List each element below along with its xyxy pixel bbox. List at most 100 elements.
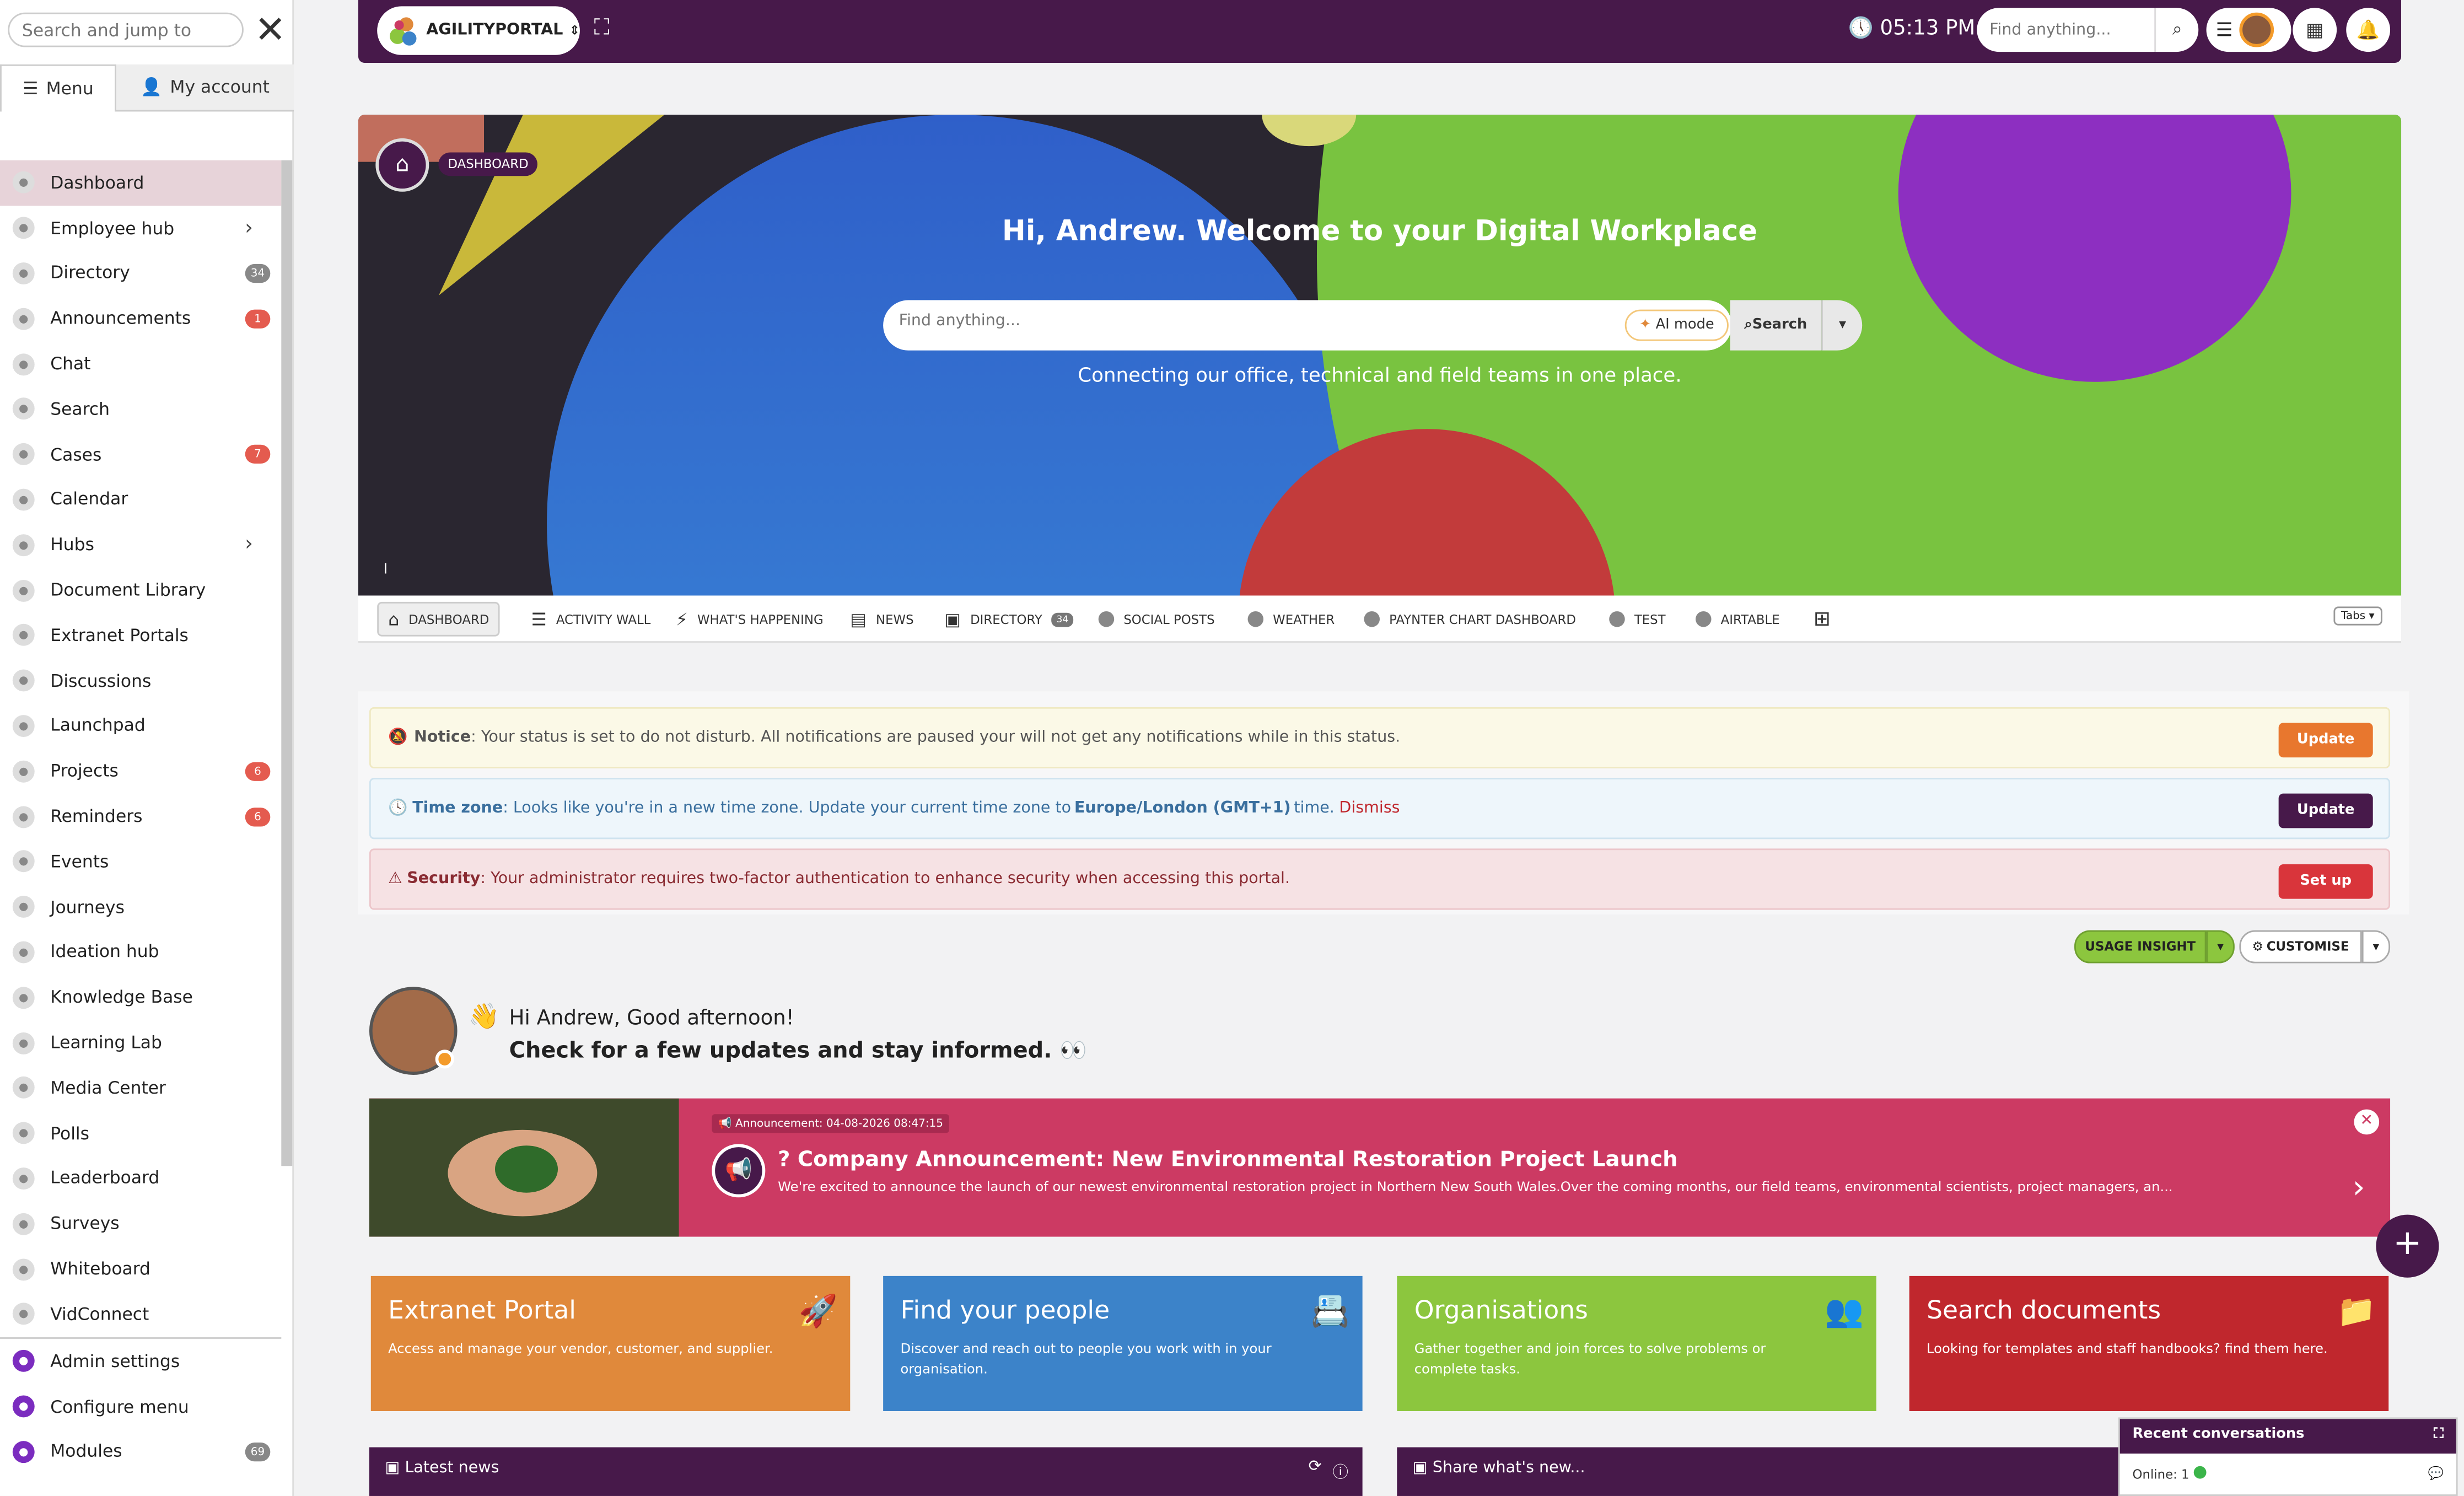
sidebar-item-learning-lab[interactable]: ● Learning Lab bbox=[0, 1020, 281, 1066]
usage-insight-button[interactable]: USAGE INSIGHT bbox=[2074, 930, 2207, 964]
tab-weather[interactable]: WEATHER bbox=[1238, 602, 1344, 637]
chevron-right-icon[interactable]: › bbox=[2353, 1167, 2365, 1205]
setup-2fa-button[interactable]: Set up bbox=[2278, 864, 2373, 899]
hero-search-input[interactable] bbox=[899, 313, 1496, 330]
sparkle-icon: ✦ bbox=[1639, 317, 1651, 333]
top-search-input[interactable] bbox=[1977, 8, 2155, 52]
sidebar-item-leaderboard[interactable]: ● Leaderboard bbox=[0, 1156, 281, 1201]
sidebar-item-chat[interactable]: ● Chat bbox=[0, 341, 281, 386]
card-organisations[interactable]: Organisations Gather together and join fo… bbox=[1397, 1276, 1876, 1412]
fullscreen-icon[interactable]: ⛶ bbox=[594, 16, 610, 41]
chevron-right-icon[interactable]: › bbox=[245, 533, 253, 557]
bell-icon[interactable]: 🔔 bbox=[2346, 8, 2391, 52]
sidebar-item-label: Learning Lab bbox=[50, 1032, 162, 1053]
tab-news[interactable]: ▤ NEWS bbox=[841, 602, 923, 637]
sidebar-item-label: Events bbox=[50, 851, 109, 872]
tab-menu[interactable]: ☰ Menu bbox=[0, 64, 116, 112]
menu-item-icon: ● bbox=[12, 262, 35, 284]
sidebar-item-hubs[interactable]: ● Hubs › bbox=[0, 523, 281, 568]
tab-social-posts[interactable]: SOCIAL POSTS bbox=[1089, 602, 1224, 637]
sidebar-item-media-center[interactable]: ● Media Center bbox=[0, 1066, 281, 1111]
sidebar-item-extranet-portals[interactable]: ● Extranet Portals bbox=[0, 613, 281, 658]
sidebar-search-input[interactable] bbox=[8, 12, 244, 47]
refresh-icon[interactable]: ⟳ bbox=[1309, 1459, 1322, 1476]
sidebar-item-employee-hub[interactable]: ● Employee hub › bbox=[0, 206, 281, 251]
sidebar-item-whiteboard[interactable]: ● Whiteboard bbox=[0, 1246, 281, 1291]
sidebar-item-dashboard[interactable]: ● Dashboard bbox=[0, 160, 282, 206]
portal-switcher[interactable]: AGILITYPORTAL ⇕ bbox=[377, 6, 580, 55]
tab-icon bbox=[1247, 611, 1264, 627]
tab-my-account[interactable]: 👤 My account bbox=[116, 64, 294, 112]
sidebar-item-discussions[interactable]: ● Discussions bbox=[0, 658, 281, 703]
search-icon[interactable]: ⌕ bbox=[2154, 8, 2199, 52]
greeting-line: Hi Andrew, Good afternoon! bbox=[509, 1007, 794, 1031]
sidebar-scrollbar[interactable] bbox=[281, 160, 293, 1166]
sidebar-item-calendar[interactable]: ● Calendar bbox=[0, 477, 281, 522]
sidebar-item-cases[interactable]: ● Cases 7 bbox=[0, 432, 281, 477]
chat-icon[interactable]: 💬 bbox=[2428, 1466, 2444, 1481]
sidebar-item-label: Employee hub bbox=[50, 218, 175, 239]
sidebar-item-admin-settings[interactable]: ● Admin settings bbox=[0, 1339, 281, 1384]
sidebar-item-label: Calendar bbox=[50, 489, 128, 510]
announcement-banner[interactable]: 📢 Announcement: 04-08-2026 08:47:15 📢 ? … bbox=[369, 1098, 2391, 1237]
tab-dashboard[interactable]: ⌂ DASHBOARD bbox=[377, 601, 501, 637]
sidebar-item-surveys[interactable]: ● Surveys bbox=[0, 1201, 281, 1246]
tab-airtable[interactable]: AIRTABLE bbox=[1686, 602, 1789, 637]
sidebar-item-label: Dashboard bbox=[50, 173, 144, 193]
timezone-update-button[interactable]: Update bbox=[2278, 793, 2373, 828]
menu-item-icon: ● bbox=[12, 1213, 35, 1235]
calendar-icon[interactable]: ▦ bbox=[2293, 8, 2337, 52]
sidebar-item-document-library[interactable]: ● Document Library bbox=[0, 568, 281, 613]
info-icon[interactable]: ⓘ bbox=[1332, 1459, 1348, 1482]
sidebar-item-launchpad[interactable]: ● Launchpad bbox=[0, 703, 281, 749]
tab-activity-wall[interactable]: ☰ ACTIVITY WALL bbox=[521, 602, 660, 637]
home-icon[interactable]: ⌂ bbox=[375, 138, 429, 192]
notice-update-button[interactable]: Update bbox=[2278, 723, 2373, 758]
megaphone-icon: 📢 bbox=[718, 1117, 732, 1130]
tab-what-s-happening[interactable]: ⚡ WHAT'S HAPPENING bbox=[666, 602, 833, 637]
chevron-right-icon[interactable]: › bbox=[245, 217, 253, 240]
clock-icon: 🕓 bbox=[388, 800, 408, 817]
add-tab-icon[interactable]: ⊞ bbox=[1804, 602, 1840, 637]
customise-button[interactable]: ⚙ CUSTOMISE bbox=[2239, 930, 2362, 964]
sidebar-item-projects[interactable]: ● Projects 6 bbox=[0, 749, 281, 794]
share-panel[interactable]: ▣ Share what's new... bbox=[1397, 1447, 2120, 1496]
chevron-down-icon[interactable]: ▾ bbox=[2206, 930, 2235, 964]
sidebar-item-journeys[interactable]: ● Journeys bbox=[0, 884, 281, 929]
card-find-your-people[interactable]: Find your people Discover and reach out t… bbox=[883, 1276, 1363, 1412]
sidebar-item-directory[interactable]: ● Directory 34 bbox=[0, 251, 281, 296]
menu-icon: ☰ bbox=[23, 78, 39, 99]
tabs-selector[interactable]: Tabs ▾ bbox=[2333, 606, 2382, 626]
user-menu[interactable]: ☰ bbox=[2206, 8, 2291, 52]
sidebar-item-ideation-hub[interactable]: ● Ideation hub bbox=[0, 929, 281, 975]
card-extranet-portal[interactable]: Extranet Portal Access and manage your ve… bbox=[370, 1276, 851, 1412]
sidebar-item-reminders[interactable]: ● Reminders 6 bbox=[0, 794, 281, 839]
expand-icon[interactable]: ⛶ bbox=[2434, 1427, 2444, 1443]
sidebar-item-events[interactable]: ● Events bbox=[0, 839, 281, 884]
tab-paynter-chart-dashboard[interactable]: PAYNTER CHART DASHBOARD bbox=[1354, 602, 1585, 637]
sidebar-item-label: Configure menu bbox=[50, 1396, 189, 1417]
add-button[interactable]: + bbox=[2376, 1214, 2439, 1278]
tab-test[interactable]: TEST bbox=[1600, 602, 1675, 637]
chevron-down-icon[interactable]: ▾ bbox=[2361, 930, 2391, 964]
dismiss-link[interactable]: Dismiss bbox=[1339, 800, 1400, 817]
sidebar-item-polls[interactable]: ● Polls bbox=[0, 1111, 281, 1156]
announcement-date: 📢 Announcement: 04-08-2026 08:47:15 bbox=[712, 1114, 950, 1133]
sidebar-item-configure-menu[interactable]: ● Configure menu bbox=[0, 1384, 281, 1429]
tab-directory[interactable]: ▣ DIRECTORY 34 bbox=[935, 602, 1083, 637]
sidebar-item-vidconnect[interactable]: ● VidConnect bbox=[0, 1291, 281, 1337]
close-icon[interactable]: ✕ bbox=[2354, 1109, 2380, 1135]
ai-mode-toggle[interactable]: ✦ AI mode bbox=[1624, 309, 1729, 341]
close-icon[interactable]: ✕ bbox=[251, 9, 289, 50]
sidebar-item-label: Media Center bbox=[50, 1078, 166, 1099]
menu-item-icon: ● bbox=[12, 624, 35, 647]
announcement-title[interactable]: ? Company Announcement: New Environmenta… bbox=[778, 1147, 1677, 1172]
sidebar-item-modules[interactable]: ● Modules 69 bbox=[0, 1429, 281, 1475]
menu-item-icon: ● bbox=[12, 443, 35, 466]
sidebar-item-search[interactable]: ● Search bbox=[0, 386, 281, 432]
sidebar-item-knowledge-base[interactable]: ● Knowledge Base bbox=[0, 975, 281, 1020]
sidebar-item-announcements[interactable]: ● Announcements 1 bbox=[0, 296, 281, 341]
clock-icon: 🕔 bbox=[1848, 17, 1874, 41]
hero-search-button[interactable]: ⌕Search bbox=[1730, 300, 1822, 351]
card-search-documents[interactable]: Search documents Looking for templates an… bbox=[1909, 1276, 2389, 1412]
